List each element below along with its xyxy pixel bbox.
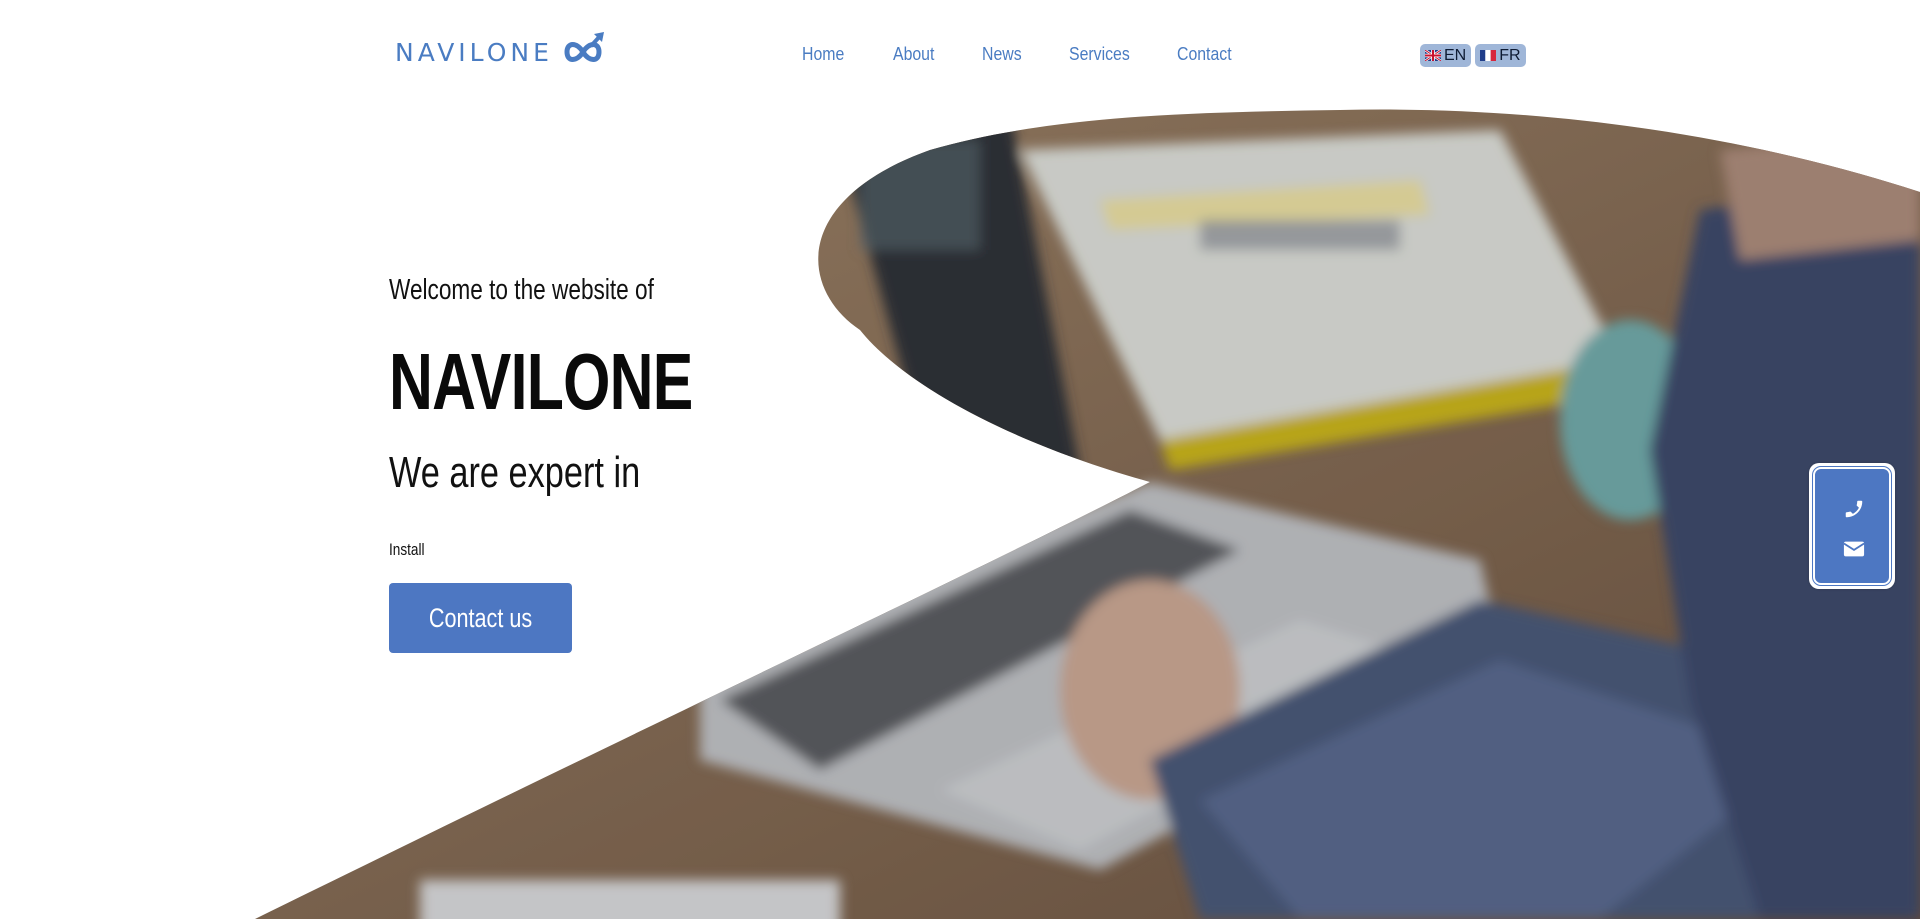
envelope-icon[interactable]	[1843, 539, 1865, 559]
site-header: NAVILONE Home About News Services Contac…	[0, 0, 1920, 110]
language-switcher: EN FR	[1420, 44, 1526, 67]
logo-text: NAVILONE	[395, 37, 553, 67]
lang-en-label: EN	[1444, 46, 1467, 64]
floating-contact-panel	[1812, 466, 1892, 586]
nav-news[interactable]: News	[982, 44, 1022, 65]
lang-en-button[interactable]: EN	[1420, 44, 1472, 67]
nav-about[interactable]: About	[893, 44, 934, 65]
hero-expert-heading: We are expert in	[389, 448, 641, 497]
site-logo[interactable]: NAVILONE	[395, 30, 605, 74]
france-flag-icon	[1480, 50, 1497, 61]
floating-contact-widget	[1809, 463, 1895, 589]
hero-welcome-text: Welcome to the website of	[389, 274, 654, 306]
contact-us-button[interactable]: Contact us	[389, 583, 572, 653]
logo-infinity-arrow-icon	[564, 32, 604, 62]
uk-flag-icon	[1425, 50, 1441, 61]
lang-fr-label: FR	[1499, 46, 1521, 64]
phone-icon[interactable]	[1843, 498, 1865, 520]
hero-background-image	[0, 0, 1920, 919]
lang-fr-button[interactable]: FR	[1475, 44, 1526, 67]
contact-us-label: Contact us	[428, 602, 533, 633]
hero-typed-text: Install	[389, 540, 425, 559]
nav-home[interactable]: Home	[802, 44, 844, 65]
nav-services[interactable]: Services	[1069, 44, 1130, 65]
hero-brand-title: NAVILONE	[389, 337, 693, 426]
nav-contact[interactable]: Contact	[1177, 44, 1232, 65]
